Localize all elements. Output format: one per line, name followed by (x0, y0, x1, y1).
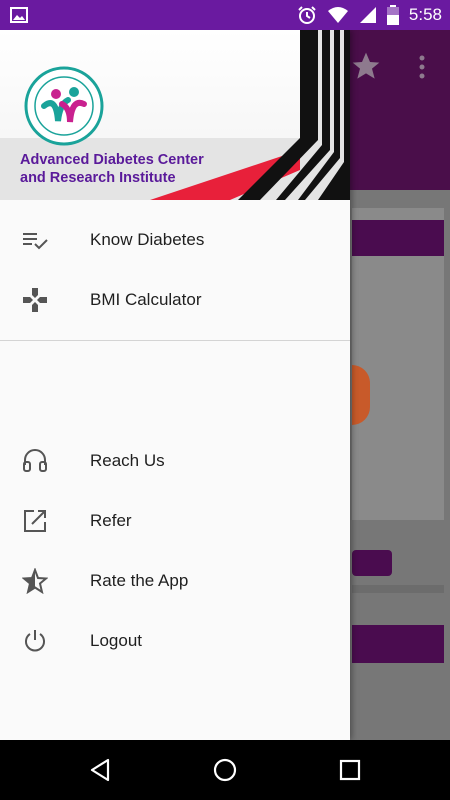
org-name-line2: and Research Institute (20, 170, 176, 186)
home-icon[interactable] (212, 757, 238, 783)
star-half-icon (22, 568, 48, 594)
menu-item-logout[interactable]: Logout (0, 611, 350, 671)
overflow-menu-icon (419, 55, 425, 79)
background-banner-2 (352, 625, 444, 663)
menu-divider (0, 340, 350, 341)
adcri-logo (24, 66, 104, 146)
menu-label-reach-us: Reach Us (90, 451, 165, 470)
power-icon (25, 630, 45, 652)
checklist-icon (23, 233, 48, 250)
background-banner (352, 220, 444, 256)
battery-icon (386, 5, 399, 25)
headset-icon (23, 449, 47, 472)
status-bar: 5:58 (0, 0, 450, 30)
menu-label-refer: Refer (90, 511, 132, 530)
wifi-icon (327, 7, 348, 23)
menu-label-rate-the-app: Rate the App (90, 571, 189, 590)
menu-item-know-diabetes[interactable]: Know Diabetes (0, 210, 350, 270)
menu-label-bmi-calculator: BMI Calculator (90, 290, 202, 309)
status-time: 5:58 (408, 5, 442, 24)
menu-item-bmi-calculator[interactable]: BMI Calculator (0, 270, 350, 330)
background-divider (352, 585, 444, 593)
org-name-line1: Advanced Diabetes Center (20, 152, 204, 168)
back-icon[interactable] (88, 757, 114, 783)
alarm-icon (298, 6, 316, 24)
share-icon (24, 510, 46, 532)
menu-label-logout: Logout (90, 631, 142, 650)
background-graphic (352, 365, 370, 425)
recents-icon[interactable] (337, 757, 363, 783)
image-icon (10, 7, 28, 23)
menu-item-refer[interactable]: Refer (0, 491, 350, 551)
menu-label-know-diabetes: Know Diabetes (90, 230, 205, 249)
star-icon (352, 52, 380, 79)
organization-name: Advanced Diabetes Center and Research In… (20, 151, 260, 187)
system-nav-bar (0, 740, 450, 800)
drawer-header: Advanced Diabetes Center and Research In… (0, 30, 350, 200)
menu-item-rate-the-app[interactable]: Rate the App (0, 551, 350, 611)
menu-item-reach-us[interactable]: Reach Us (0, 431, 350, 491)
gamepad-icon (23, 288, 47, 312)
signal-icon (359, 7, 376, 23)
background-play-button (352, 550, 392, 576)
navigation-drawer: Advanced Diabetes Center and Research In… (0, 30, 350, 740)
